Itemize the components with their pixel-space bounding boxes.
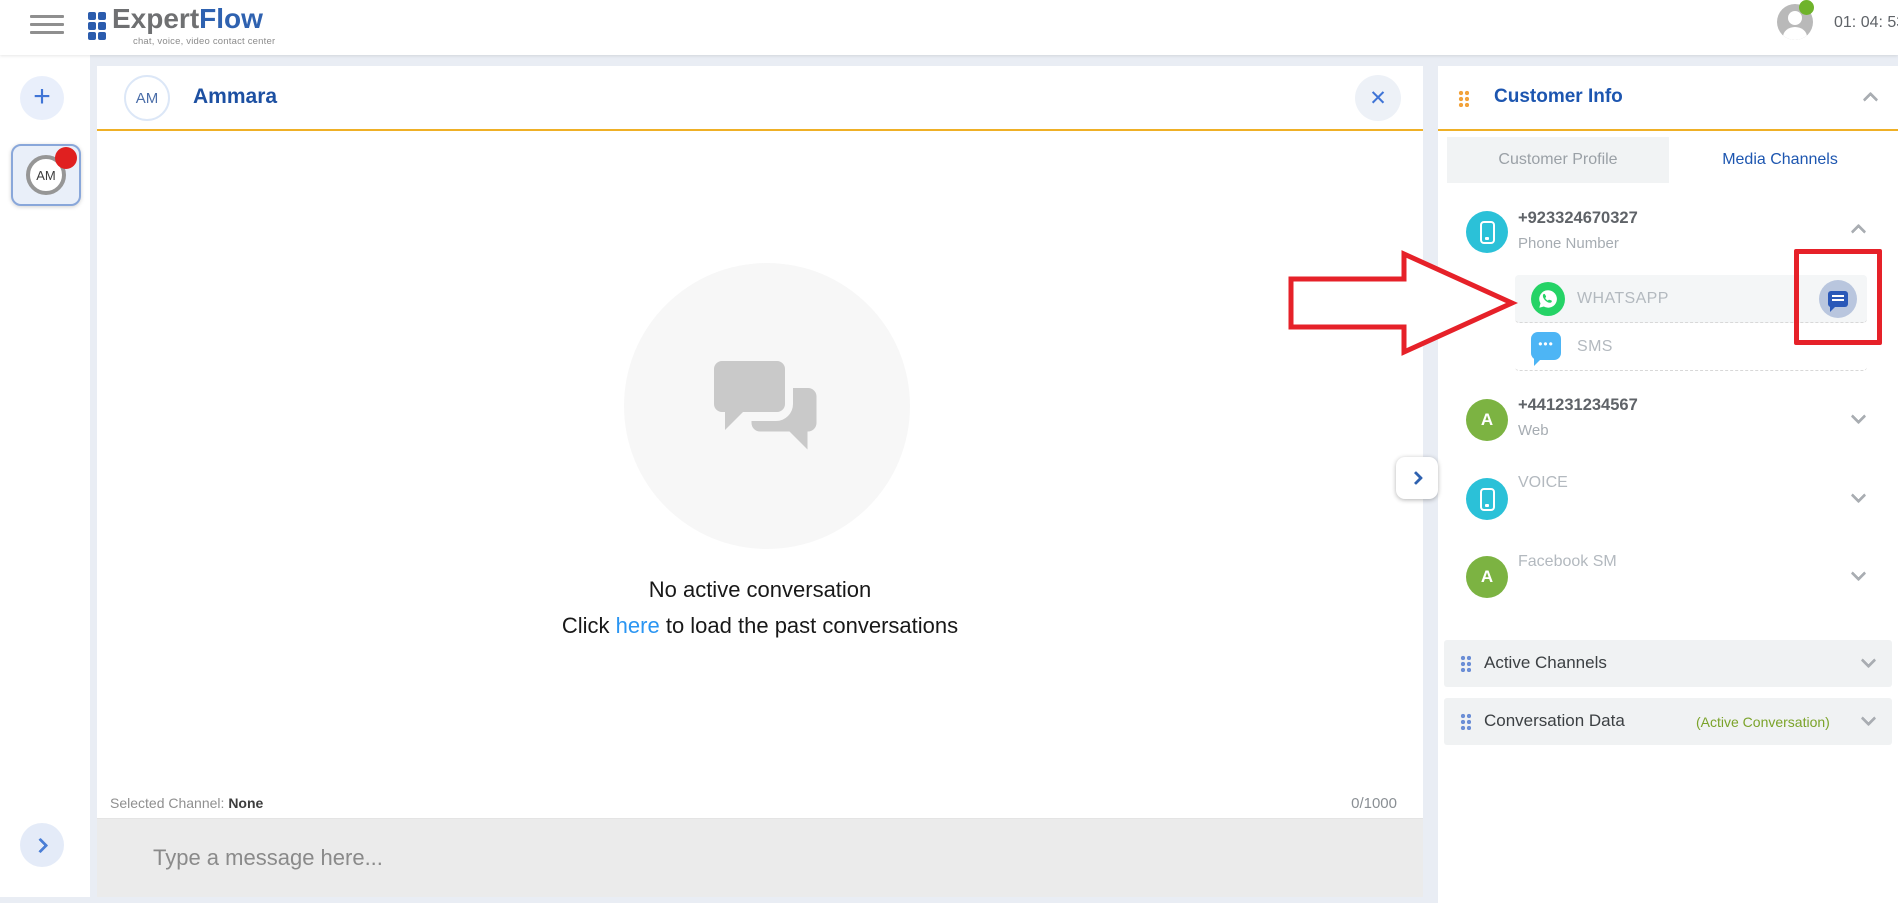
web-number-value: +441231234567 xyxy=(1518,396,1638,415)
chevron-down-icon[interactable] xyxy=(1851,566,1867,582)
customer-info-header: Customer Info xyxy=(1438,66,1898,131)
facebook-channel-label: Facebook SM xyxy=(1518,553,1617,571)
avatar-letter-icon: A xyxy=(1466,399,1508,441)
conversation-rail: + AM xyxy=(0,55,90,897)
chevron-right-icon xyxy=(32,837,48,853)
customer-info-tabs: Customer Profile Media Channels xyxy=(1447,137,1891,183)
message-composer xyxy=(97,819,1423,897)
chat-title: Ammara xyxy=(193,85,277,109)
panel-toggle-button[interactable] xyxy=(1396,457,1438,499)
logo-text-expert: Expert xyxy=(112,3,199,34)
drag-handle-icon[interactable] xyxy=(1460,655,1471,672)
empty-state-title: No active conversation xyxy=(97,577,1423,603)
chat-bubbles-icon xyxy=(707,350,827,462)
phone-number-value: +923324670327 xyxy=(1518,209,1638,228)
active-channels-label: Active Channels xyxy=(1484,653,1607,673)
selected-channel: Selected Channel: None xyxy=(110,795,263,811)
chat-header-avatar: AM xyxy=(124,75,170,121)
avatar-letter: A xyxy=(1481,410,1493,430)
annotation-rectangle xyxy=(1794,249,1882,345)
whatsapp-icon xyxy=(1531,282,1565,316)
chat-header-initials: AM xyxy=(136,90,159,107)
selected-channel-value: None xyxy=(228,795,263,811)
hamburger-menu-icon[interactable] xyxy=(30,15,64,38)
conversation-data-label: Conversation Data xyxy=(1484,711,1625,731)
empty-state-illustration xyxy=(624,263,910,549)
chevron-down-icon[interactable] xyxy=(1851,409,1867,425)
chevron-down-icon[interactable] xyxy=(1851,488,1867,504)
load-past-conversations-link[interactable]: here xyxy=(616,613,660,638)
conversation-tab-ammara[interactable]: AM xyxy=(11,144,81,206)
status-online-dot xyxy=(1799,0,1814,15)
tab-media-channels[interactable]: Media Channels xyxy=(1669,137,1891,183)
chevron-down-icon[interactable] xyxy=(1861,653,1877,669)
channel-label-whatsapp: WHATSAPP xyxy=(1577,275,1669,323)
close-conversation-button[interactable]: ✕ xyxy=(1355,75,1401,121)
phone-number-type: Phone Number xyxy=(1518,235,1619,252)
chevron-up-icon[interactable] xyxy=(1863,92,1879,108)
new-conversation-button[interactable]: + xyxy=(20,76,64,120)
voice-channel-label: VOICE xyxy=(1518,474,1568,492)
drag-handle-icon[interactable] xyxy=(1458,90,1469,107)
alert-badge xyxy=(55,147,77,169)
hint-suffix: to load the past conversations xyxy=(666,613,958,638)
session-timer: 01: 04: 53 xyxy=(1834,14,1898,32)
plus-icon: + xyxy=(33,82,51,112)
customer-info-panel: Customer Info Customer Profile Media Cha… xyxy=(1438,66,1898,903)
hint-prefix: Click xyxy=(562,613,610,638)
smartphone-icon xyxy=(1466,478,1508,520)
character-counter: 0/1000 xyxy=(1351,795,1397,812)
message-input[interactable] xyxy=(153,819,1253,897)
avatar-letter: A xyxy=(1481,567,1493,587)
chevron-up-icon[interactable] xyxy=(1851,224,1867,240)
conversation-initials: AM xyxy=(36,168,56,183)
section-conversation-data[interactable]: Conversation Data (Active Conversation) xyxy=(1444,698,1892,745)
chevron-down-icon[interactable] xyxy=(1861,711,1877,727)
rail-expand-button[interactable] xyxy=(20,823,64,867)
logo-tagline: chat, voice, video contact center xyxy=(133,36,333,47)
chevron-right-icon xyxy=(1408,471,1422,485)
expertflow-logo-icon xyxy=(88,12,108,40)
section-active-channels[interactable]: Active Channels xyxy=(1444,640,1892,687)
close-icon: ✕ xyxy=(1369,86,1387,111)
sms-icon: ••• xyxy=(1531,332,1561,360)
customer-info-title: Customer Info xyxy=(1494,86,1623,108)
empty-state-hint: Click here to load the past conversation… xyxy=(97,613,1423,639)
logo-text-flow: Flow xyxy=(199,3,263,34)
active-conversation-badge: (Active Conversation) xyxy=(1696,714,1830,730)
annotation-arrow xyxy=(1288,247,1518,361)
selected-channel-label: Selected Channel: xyxy=(110,795,224,811)
web-number-type: Web xyxy=(1518,422,1549,439)
chat-panel: AM Ammara ✕ No active conversation Click… xyxy=(97,66,1423,897)
tab-customer-profile[interactable]: Customer Profile xyxy=(1447,137,1669,183)
channel-label-sms: SMS xyxy=(1577,323,1613,371)
chat-header: AM Ammara ✕ xyxy=(97,66,1423,131)
avatar-letter-icon: A xyxy=(1466,556,1508,598)
drag-handle-icon[interactable] xyxy=(1460,713,1471,730)
top-bar: ExpertFlow chat, voice, video contact ce… xyxy=(0,0,1898,55)
